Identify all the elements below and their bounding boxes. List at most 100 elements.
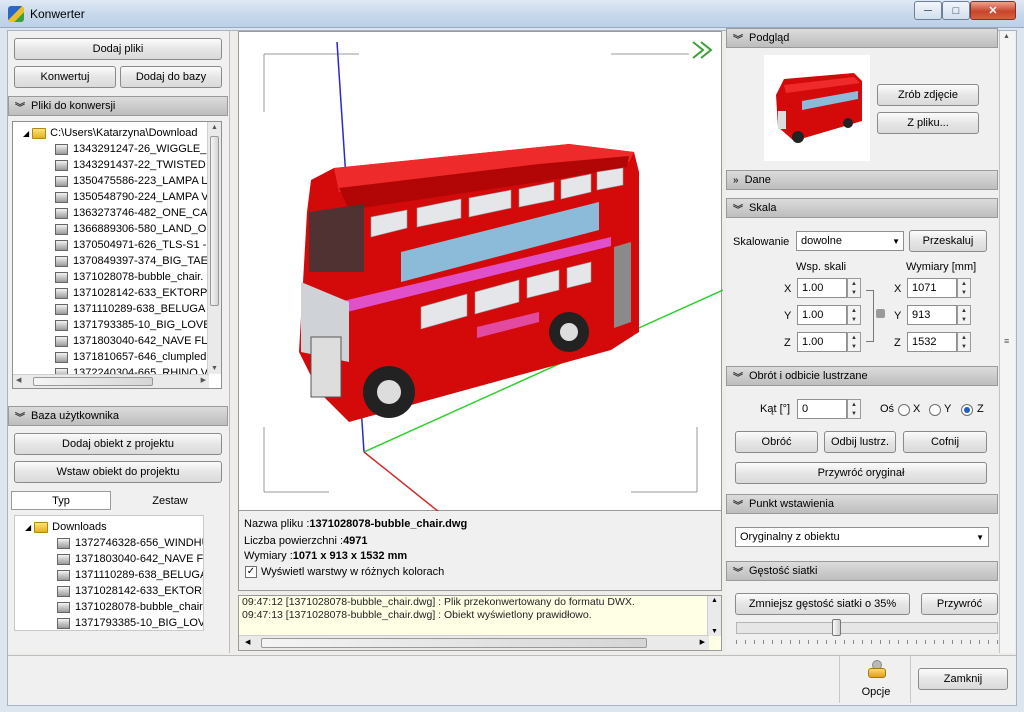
file-icon xyxy=(57,537,70,549)
tree-file-item[interactable]: 1371793385-10_BIG_LOVI xyxy=(57,615,203,630)
tree-file-item[interactable]: 1350548790-224_LAMPA V xyxy=(55,189,209,205)
log-horizontal-scrollbar[interactable]: ◀ ▶ xyxy=(239,635,709,650)
files-to-convert-header[interactable]: ︾ Pliki do konwersji xyxy=(8,96,228,116)
file-icon xyxy=(55,319,68,331)
tab-type[interactable]: Typ xyxy=(11,491,111,510)
convert-button[interactable]: Konwertuj xyxy=(14,66,116,88)
maximize-button[interactable]: □ xyxy=(942,1,970,20)
lock-icon[interactable] xyxy=(876,309,885,318)
dim-x-input[interactable]: 1071 xyxy=(907,278,957,298)
file-icon xyxy=(57,553,70,565)
scroll-thumb[interactable] xyxy=(33,377,153,386)
angle-input[interactable]: 0 xyxy=(797,399,847,419)
insertion-point-header[interactable]: ︾ Punkt wstawienia xyxy=(726,494,998,514)
tree-file-item[interactable]: 1343291437-22_TWISTED xyxy=(55,157,206,173)
expand-icon: ◢ xyxy=(23,128,30,138)
radio-axis-z[interactable] xyxy=(961,404,973,416)
scroll-thumb[interactable] xyxy=(261,638,647,648)
options-button[interactable]: Opcje xyxy=(839,656,911,703)
restore-original-button[interactable]: Przywróć oryginał xyxy=(735,462,987,484)
add-to-db-button[interactable]: Dodaj do bazy xyxy=(120,66,222,88)
scale-z-stepper[interactable]: ▲ ▼ xyxy=(847,332,861,352)
minimize-button[interactable]: ─ xyxy=(914,1,942,20)
dim-y-stepper[interactable]: ▲ ▼ xyxy=(957,305,971,325)
files-vertical-scrollbar[interactable]: ▲ ▼ xyxy=(207,122,221,374)
reduce-density-button[interactable]: Zmniejsz gęstość siatki o 35% xyxy=(735,593,910,615)
tree-file-item[interactable]: 1363273746-482_ONE_CA xyxy=(55,205,208,221)
log-panel[interactable]: 09:47:12 [1371028078-bubble_chair.dwg] :… xyxy=(238,595,722,651)
log-vertical-scrollbar[interactable]: ▲ ▼ xyxy=(707,596,721,636)
density-slider-track[interactable] xyxy=(736,622,998,634)
tree-file-item[interactable]: 1371110289-638_BELUGA xyxy=(57,567,203,583)
scale-y-stepper[interactable]: ▲ ▼ xyxy=(847,305,861,325)
tree-file-item[interactable]: 1350475586-223_LAMPA L xyxy=(55,173,207,189)
scale-y-input[interactable]: 1.00 xyxy=(797,305,847,325)
tree-root-folder[interactable]: ◢ Downloads xyxy=(25,519,107,535)
add-object-button[interactable]: Dodaj obiekt z projektu xyxy=(14,433,222,455)
radio-axis-x[interactable] xyxy=(898,404,910,416)
file-icon xyxy=(55,175,68,187)
folder-label: Downloads xyxy=(52,521,107,533)
scale-z-input[interactable]: 1.00 xyxy=(797,332,847,352)
section-title: Gęstość siatki xyxy=(749,565,818,577)
snapshot-button[interactable]: Zrób zdjęcie xyxy=(877,84,979,106)
tree-file-item[interactable]: 1371810657-646_clumpled xyxy=(55,349,206,365)
scaling-select[interactable]: dowolne ▼ xyxy=(796,231,904,251)
dim-x-stepper[interactable]: ▲ ▼ xyxy=(957,278,971,298)
from-file-button[interactable]: Z pliku... xyxy=(877,112,979,134)
scaling-label: Skalowanie xyxy=(733,236,790,248)
rescale-button[interactable]: Przeskaluj xyxy=(909,230,987,252)
tree-file-item[interactable]: 1371793385-10_BIG_LOVE xyxy=(55,317,211,333)
scale-x-input[interactable]: 1.00 xyxy=(797,278,847,298)
tree-file-item[interactable]: 1343291247-26_WIGGLE_ xyxy=(55,141,206,157)
restore-density-button[interactable]: Przywróć xyxy=(921,593,998,615)
mesh-density-header[interactable]: ︾ Gęstość siatki xyxy=(726,561,998,581)
layers-checkbox-label[interactable]: Wyświetl warstwy w różnych kolorach xyxy=(261,566,444,578)
tree-file-item[interactable]: 1372746328-656_WINDHU xyxy=(57,535,203,551)
scale-z-label: Z xyxy=(784,337,791,349)
add-files-button[interactable]: Dodaj pliki xyxy=(14,38,222,60)
dim-z-stepper[interactable]: ▲ ▼ xyxy=(957,332,971,352)
radio-axis-y[interactable] xyxy=(929,404,941,416)
undo-button[interactable]: Cofnij xyxy=(903,431,987,453)
radio-axis-x-label: X xyxy=(913,403,921,415)
tree-file-item[interactable]: 1371028142-633_EKTORP xyxy=(55,285,207,301)
close-window-button[interactable]: ✕ xyxy=(970,1,1016,20)
insertion-point-select[interactable]: Oryginalny z obiektu ▼ xyxy=(735,527,989,547)
angle-stepper[interactable]: ▲ ▼ xyxy=(847,399,861,419)
y-axis xyxy=(363,451,440,512)
scroll-right-icon: ▶ xyxy=(200,377,206,384)
density-slider-thumb[interactable] xyxy=(831,619,841,636)
files-horizontal-scrollbar[interactable]: ◀ ▶ xyxy=(13,374,209,388)
rotate-button[interactable]: Obróć xyxy=(735,431,818,453)
tab-set[interactable]: Zestaw xyxy=(115,491,225,510)
tree-file-item[interactable]: 1371803040-642_NAVE FL xyxy=(57,551,203,567)
tree-file-item[interactable]: 1371803040-642_NAVE FL xyxy=(55,333,207,349)
scroll-thumb[interactable] xyxy=(210,136,219,306)
dim-y-input[interactable]: 913 xyxy=(907,305,957,325)
rotation-header[interactable]: ︾ Obrót i odbicie lustrzane xyxy=(726,366,998,386)
tree-file-item[interactable]: 1370849397-374_BIG_TAE xyxy=(55,253,208,269)
data-header[interactable]: » Dane xyxy=(726,170,998,190)
tree-file-item[interactable]: 1366889306-580_LAND_O xyxy=(55,221,206,237)
tree-file-item[interactable]: 1371110289-638_BELUGA xyxy=(55,301,205,317)
preview-header[interactable]: ︾ Podgląd xyxy=(726,28,998,48)
right-panel-scrollbar[interactable]: ▲ ≡ xyxy=(999,31,1015,653)
check-icon: ✓ xyxy=(246,566,256,577)
tree-file-item[interactable]: 1371028142-633_EKTORP xyxy=(57,583,203,599)
files-tree[interactable]: ◢ C:\Users\Katarzyna\Download 1343291247… xyxy=(12,121,222,389)
scale-x-stepper[interactable]: ▲ ▼ xyxy=(847,278,861,298)
db-tree[interactable]: ◢ Downloads 1372746328-656_WINDHU 1371803… xyxy=(14,515,204,631)
dim-z-input[interactable]: 1532 xyxy=(907,332,957,352)
scale-header[interactable]: ︾ Skala xyxy=(726,198,998,218)
insert-object-button[interactable]: Wstaw obiekt do projektu xyxy=(14,461,222,483)
layers-checkbox[interactable]: ✓ xyxy=(245,566,257,578)
tree-file-item[interactable]: 1371028078-bubble_chair. xyxy=(55,269,203,285)
close-button[interactable]: Zamknij xyxy=(918,668,1008,690)
tree-file-item[interactable]: 1371028078-bubble_chair xyxy=(57,599,203,615)
user-db-header[interactable]: ︾ Baza użytkownika xyxy=(8,406,228,426)
tree-file-item[interactable]: 1370504971-626_TLS-S1 - xyxy=(55,237,206,253)
mirror-button[interactable]: Odbij lustrz. xyxy=(824,431,896,453)
3d-viewport[interactable] xyxy=(238,31,723,512)
tree-root-folder[interactable]: ◢ C:\Users\Katarzyna\Download xyxy=(23,125,198,141)
